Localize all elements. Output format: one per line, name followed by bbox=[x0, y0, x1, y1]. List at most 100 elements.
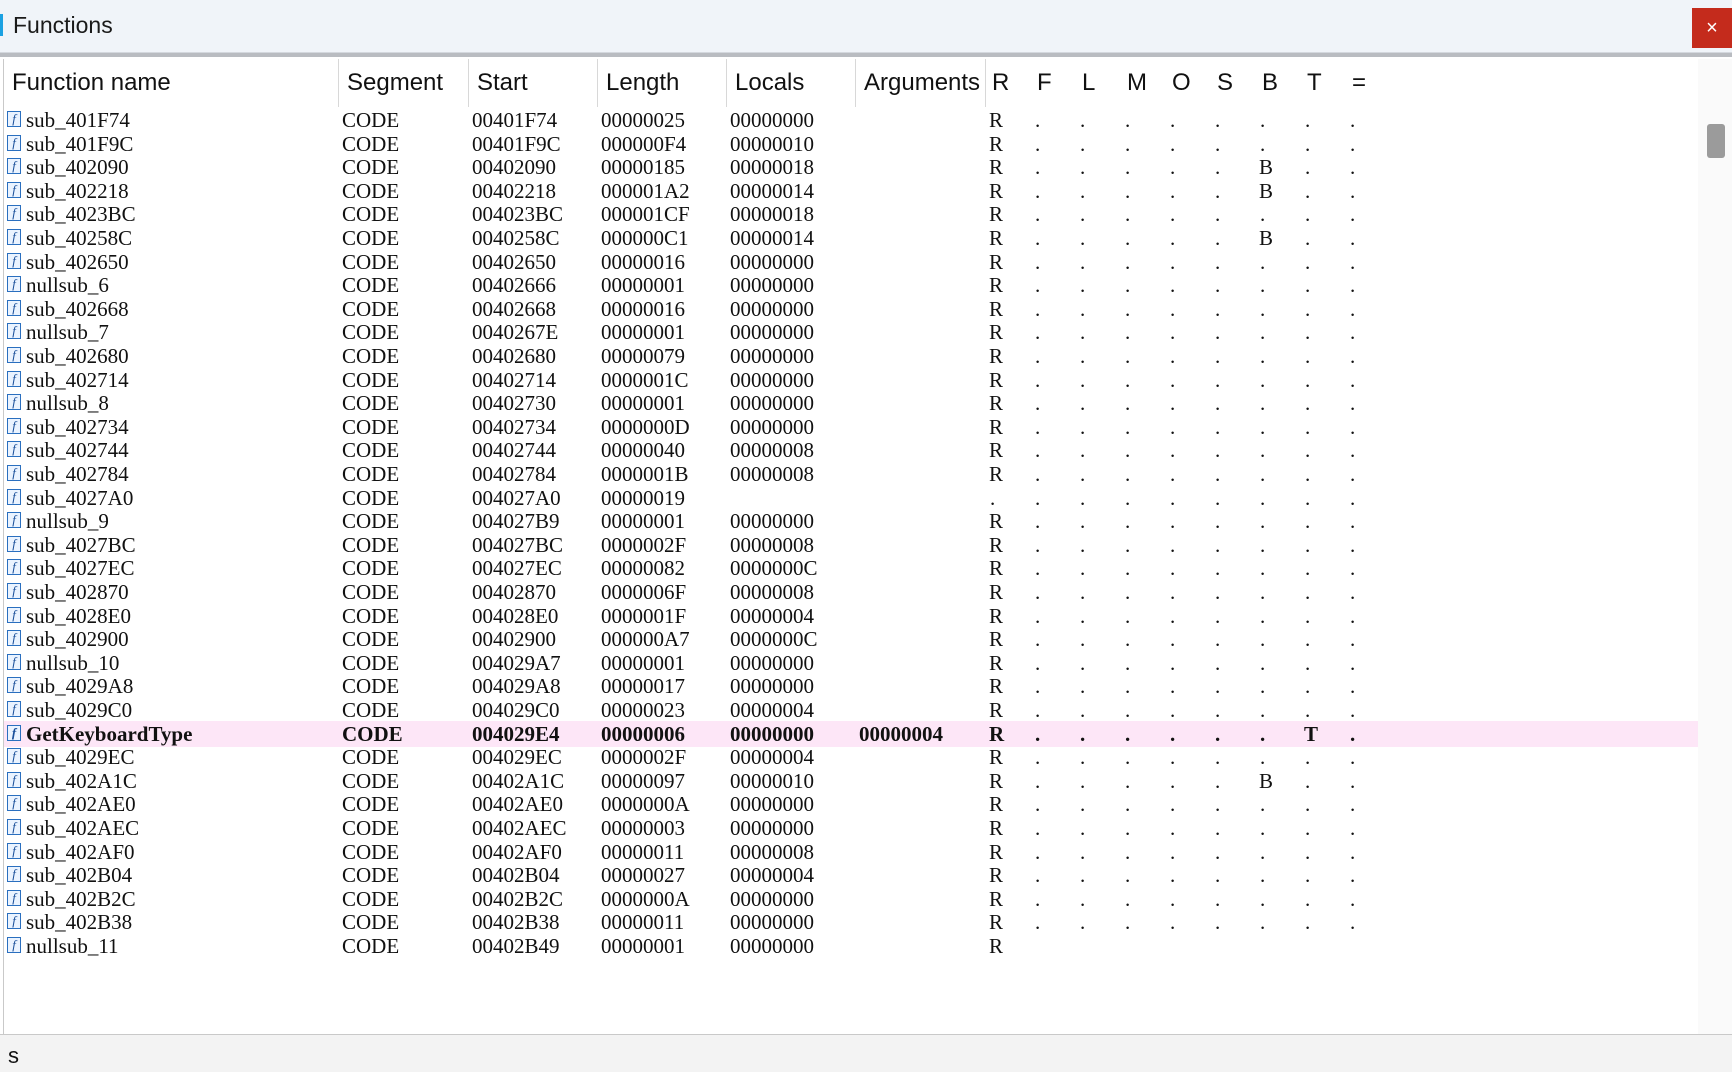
column-header-flag-eq[interactable]: = bbox=[1346, 59, 1391, 107]
table-row[interactable]: f sub_40258C CODE 0040258C 000000C1 00000014 R… bbox=[4, 225, 1698, 251]
table-row[interactable]: f nullsub_11 CODE 00402B49 00000001 00000000 R bbox=[4, 933, 1698, 959]
cell-length: 000001A2 bbox=[601, 178, 690, 203]
column-header-flag-r[interactable]: R bbox=[986, 59, 1031, 107]
table-row[interactable]: f sub_402090 CODE 00402090 00000185 00000018 R… bbox=[4, 154, 1698, 180]
cell-flag-l: . bbox=[1080, 320, 1086, 345]
cell-start: 00402680 bbox=[472, 344, 556, 368]
column-header-start[interactable]: Start bbox=[469, 59, 598, 107]
cell-flag-o: . bbox=[1170, 131, 1176, 156]
cell-flag-s: . bbox=[1215, 273, 1221, 298]
table-row[interactable]: f sub_402734 CODE 00402734 0000000D 00000000 R… bbox=[4, 414, 1698, 440]
table-row[interactable]: f sub_4029A8 CODE 004029A8 00000017 00000000 R… bbox=[4, 673, 1698, 699]
close-button[interactable]: × bbox=[1692, 8, 1732, 48]
cell-flag-t: . bbox=[1305, 816, 1311, 840]
table-row[interactable]: f sub_4029EC CODE 004029EC 0000002F 00000004 R… bbox=[4, 744, 1698, 770]
cell-flag-s: . bbox=[1215, 249, 1221, 274]
table-row-selected[interactable]: f GetKeyboardType CODE 004029E4 00000006 0000… bbox=[4, 720, 1698, 747]
cell-flag-b: . bbox=[1260, 344, 1266, 368]
column-header-flag-t[interactable]: T bbox=[1301, 59, 1346, 107]
table-row[interactable]: f sub_402B38 CODE 00402B38 00000011 00000000 R… bbox=[4, 909, 1698, 935]
table-row[interactable]: f sub_402B04 CODE 00402B04 00000027 00000004 R… bbox=[4, 862, 1698, 888]
cell-flag-f: . bbox=[1035, 768, 1041, 793]
cell-function-name: nullsub_6 bbox=[26, 273, 109, 298]
cell-flag-r: R bbox=[989, 910, 1004, 935]
cell-flag-f: . bbox=[1035, 273, 1041, 298]
table-row[interactable]: f sub_402900 CODE 00402900 000000A7 0000000C R… bbox=[4, 626, 1698, 652]
cell-flag-m: . bbox=[1125, 485, 1131, 510]
table-row[interactable]: f sub_402714 CODE 00402714 0000001C 00000000 R… bbox=[4, 367, 1698, 393]
table-row[interactable]: f sub_4028E0 CODE 004028E0 0000001F 00000004 R… bbox=[4, 603, 1698, 629]
table-row[interactable]: f sub_402A1C CODE 00402A1C 00000097 00000010 R… bbox=[4, 768, 1698, 794]
column-header-flag-o[interactable]: O bbox=[1166, 59, 1211, 107]
table-row[interactable]: f sub_4027A0 CODE 004027A0 00000019......... bbox=[4, 485, 1698, 511]
table-row[interactable]: f sub_402AE0 CODE 00402AE0 0000000A 00000000 R… bbox=[4, 791, 1698, 817]
column-header-segment[interactable]: Segment bbox=[339, 59, 469, 107]
function-icon: f bbox=[7, 606, 21, 623]
table-row[interactable]: f sub_402650 CODE 00402650 00000016 00000000 R… bbox=[4, 249, 1698, 275]
table-row[interactable]: f sub_402218 CODE 00402218 000001A2 00000014 R… bbox=[4, 178, 1698, 204]
table-row[interactable]: f sub_4027EC CODE 004027EC 00000082 0000000C R… bbox=[4, 555, 1698, 581]
table-row[interactable]: f sub_401F74 CODE 00401F74 00000025 00000000 R… bbox=[4, 107, 1698, 133]
function-icon: f bbox=[7, 394, 21, 411]
cell-flag-r: R bbox=[989, 131, 1004, 156]
cell-flag-o: . bbox=[1170, 273, 1176, 298]
table-row[interactable]: f sub_402AEC CODE 00402AEC 00000003 00000000 R… bbox=[4, 815, 1698, 841]
table-row[interactable]: f nullsub_8 CODE 00402730 00000001 00000000 R.… bbox=[4, 390, 1698, 416]
cell-flag-s: . bbox=[1215, 509, 1221, 534]
function-icon: f bbox=[7, 488, 21, 505]
cell-length: 0000002F bbox=[601, 745, 687, 770]
cell-flag-l: . bbox=[1080, 178, 1086, 203]
column-header-flag-f[interactable]: F bbox=[1031, 59, 1076, 107]
table-row[interactable]: f sub_401F9C CODE 00401F9C 000000F4 00000010 R… bbox=[4, 131, 1698, 157]
cell-flag-eq: . bbox=[1350, 627, 1356, 652]
table-row[interactable]: f sub_402B2C CODE 00402B2C 0000000A 00000000 R… bbox=[4, 886, 1698, 912]
cell-flag-f: . bbox=[1035, 650, 1041, 675]
column-header-flag-l[interactable]: L bbox=[1076, 59, 1121, 107]
cell-segment: CODE bbox=[342, 580, 400, 604]
cell-locals: 00000008 bbox=[730, 532, 814, 557]
cell-function-name: sub_402870 bbox=[26, 580, 129, 604]
table-row[interactable]: f sub_4023BC CODE 004023BC 000001CF 00000018 R… bbox=[4, 201, 1698, 227]
table-row[interactable]: f nullsub_7 CODE 0040267E 00000001 00000000 R.… bbox=[4, 319, 1698, 345]
cell-flag-o: . bbox=[1170, 367, 1176, 392]
table-row[interactable]: f sub_402680 CODE 00402680 00000079 00000000 R… bbox=[4, 343, 1698, 369]
scrollbar-thumb[interactable] bbox=[1707, 124, 1725, 158]
table-row[interactable]: f nullsub_10 CODE 004029A7 00000001 00000000 R… bbox=[4, 650, 1698, 676]
cell-flag-o: . bbox=[1170, 556, 1176, 581]
column-header-arguments[interactable]: Arguments bbox=[856, 59, 986, 107]
table-row[interactable]: f sub_402668 CODE 00402668 00000016 00000000 R… bbox=[4, 296, 1698, 322]
table-row[interactable]: f sub_402744 CODE 00402744 00000040 00000008 R… bbox=[4, 437, 1698, 463]
table-row[interactable]: f sub_4029C0 CODE 004029C0 00000023 00000004 R… bbox=[4, 697, 1698, 723]
cell-segment: CODE bbox=[342, 509, 400, 534]
function-icon: f bbox=[7, 347, 21, 363]
cell-flag-b: . bbox=[1260, 485, 1266, 510]
cell-flag-r: R bbox=[989, 934, 1004, 958]
column-header-length[interactable]: Length bbox=[598, 59, 727, 107]
table-row[interactable]: f sub_4027BC CODE 004027BC 0000002F 00000008 R… bbox=[4, 532, 1698, 558]
cell-flag-eq: . bbox=[1350, 296, 1356, 321]
column-header-flag-m[interactable]: M bbox=[1121, 59, 1166, 107]
cell-flag-eq: . bbox=[1350, 131, 1356, 156]
cell-flag-o: . bbox=[1170, 745, 1176, 770]
cell-flag-r: R bbox=[989, 438, 1004, 463]
cell-flag-eq: . bbox=[1350, 792, 1356, 817]
vertical-scrollbar[interactable] bbox=[1698, 59, 1732, 1034]
cell-flag-l: . bbox=[1080, 155, 1086, 180]
column-header-flag-b[interactable]: B bbox=[1256, 59, 1301, 107]
cell-start: 00402AE0 bbox=[472, 792, 563, 817]
cell-start: 00401F9C bbox=[472, 131, 561, 156]
table-row[interactable]: f nullsub_6 CODE 00402666 00000001 00000000 R.… bbox=[4, 272, 1698, 298]
table-row[interactable]: f sub_402870 CODE 00402870 0000006F 00000008 R… bbox=[4, 579, 1698, 605]
column-header-function-name[interactable]: Function name bbox=[4, 59, 339, 107]
table-row[interactable]: f sub_402AF0 CODE 00402AF0 00000011 00000008 R… bbox=[4, 839, 1698, 865]
cell-length: 00000040 bbox=[601, 438, 685, 463]
cell-flag-r: R bbox=[989, 155, 1004, 180]
cell-locals: 00000000 bbox=[730, 108, 814, 132]
cell-flag-b: . bbox=[1260, 391, 1266, 416]
column-header-flag-s[interactable]: S bbox=[1211, 59, 1256, 107]
cell-segment: CODE bbox=[342, 249, 400, 274]
table-row[interactable]: f nullsub_9 CODE 004027B9 00000001 00000000 R.… bbox=[4, 508, 1698, 534]
function-icon: f bbox=[7, 866, 21, 883]
column-header-locals[interactable]: Locals bbox=[727, 59, 856, 107]
table-row[interactable]: f sub_402784 CODE 00402784 0000001B 00000008 R… bbox=[4, 461, 1698, 487]
